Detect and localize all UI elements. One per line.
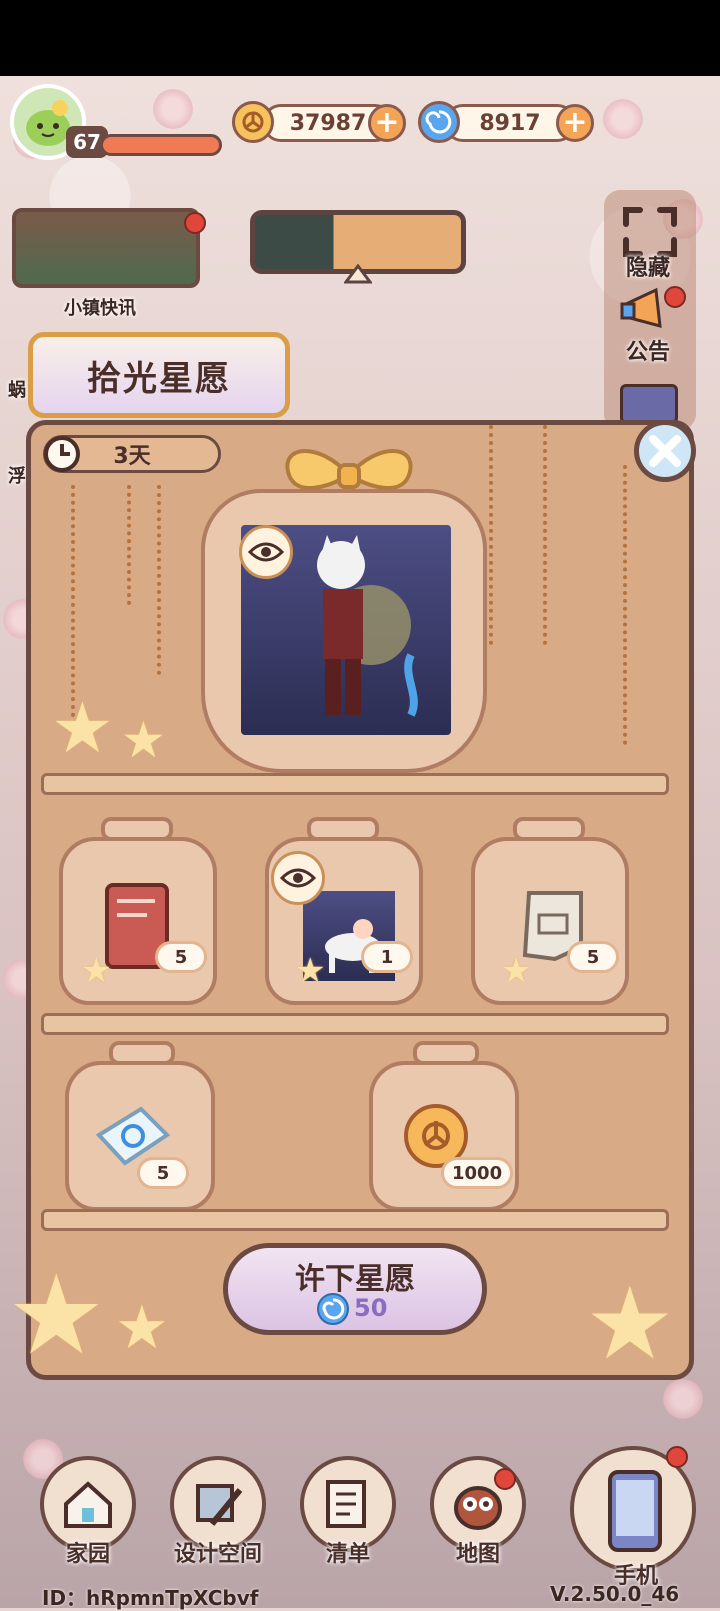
town-news-label: 小镇快讯: [64, 298, 136, 319]
star-decoration: ★: [7, 1251, 106, 1379]
event-title-banner: 拾光星愿: [28, 332, 290, 418]
blossom-decoration: [150, 86, 196, 132]
nav-checklist-label: 清单: [325, 1542, 370, 1567]
flower-coin-icon: [232, 101, 274, 143]
event-title: 拾光星愿: [87, 358, 231, 399]
time-marker-icon: [344, 264, 372, 284]
eye-icon: [248, 542, 284, 562]
wish-cost: 50: [354, 1294, 388, 1322]
shelf: [41, 773, 669, 795]
reward-count: 5: [137, 1157, 189, 1189]
design-tools-icon: [196, 1484, 243, 1526]
preview-button[interactable]: [271, 851, 325, 905]
blossom-decoration: [600, 96, 646, 142]
event-panel: 3天 ★ ★ 5 1 5 ★ ★ ★ 5 1000 许下星愿 50 ★ ★ ★: [7, 420, 694, 1382]
phone-icon: [608, 1470, 662, 1552]
nav-map-label: 地图: [455, 1542, 500, 1567]
close-button[interactable]: [634, 420, 696, 482]
preview-button[interactable]: [239, 525, 293, 579]
reward-count: 1: [361, 941, 413, 973]
notification-dot: [184, 212, 206, 234]
swirl-gem-icon: [418, 101, 460, 143]
bead-chain: [157, 485, 161, 675]
notification-dot: [494, 1468, 516, 1490]
star-decoration: ★: [121, 711, 166, 769]
add-gems-button[interactable]: +: [556, 104, 594, 142]
star-decoration: ★: [295, 951, 326, 991]
star-decoration: ★: [115, 1293, 169, 1363]
checklist-icon: [326, 1480, 366, 1528]
clock-icon: [44, 436, 80, 472]
close-icon: [649, 435, 681, 467]
experience-bar: [100, 134, 222, 156]
nav-design-space-label: 设计空间: [173, 1542, 262, 1567]
reward-jar[interactable]: 5: [471, 837, 629, 1005]
reward-jar[interactable]: 1000: [369, 1061, 519, 1211]
star-decoration: ★: [51, 687, 114, 769]
coin-value: 37987: [289, 110, 367, 136]
bead-chain: [489, 425, 493, 645]
reward-jar[interactable]: 1: [265, 837, 423, 1005]
ribbon-bow-icon: [285, 449, 413, 490]
reward-count: 5: [567, 941, 619, 973]
star-decoration: ★: [81, 951, 112, 991]
blossom-decoration: [660, 1376, 706, 1422]
make-wish-button[interactable]: 许下星愿 50: [223, 1243, 487, 1335]
notice-label: 公告: [626, 340, 671, 365]
make-wish-label: 许下星愿: [295, 1262, 415, 1297]
reward-count: 1000: [441, 1157, 514, 1189]
reward-count: 5: [155, 941, 207, 973]
town-news-thumbnail[interactable]: [12, 208, 200, 288]
eye-icon: [280, 868, 316, 888]
add-coins-button[interactable]: +: [368, 104, 406, 142]
shelf: [41, 1013, 669, 1035]
left-menu-label: 蜗: [8, 380, 26, 401]
reward-jar[interactable]: 5: [65, 1061, 215, 1211]
home-icon: [64, 1481, 112, 1528]
shelf: [41, 1209, 669, 1231]
notification-dot: [666, 1446, 688, 1468]
bead-chain: [623, 465, 627, 745]
star-decoration: ★: [501, 951, 532, 991]
timer-value: 3天: [113, 444, 151, 469]
notification-dot: [664, 286, 686, 308]
swirl-gem-icon: [317, 1293, 349, 1325]
status-bar: [0, 0, 720, 76]
version-label: V.2.50.0_46: [550, 1582, 680, 1606]
player-id: ID：hRpmnTpXCbvf: [42, 1586, 259, 1610]
star-decoration: ★: [585, 1265, 675, 1382]
left-menu-label: 浮: [8, 466, 26, 487]
nav-home-label: 家园: [65, 1542, 110, 1567]
hide-ui-label: 隐藏: [626, 256, 671, 281]
gem-value: 8917: [479, 110, 541, 136]
mail-icon[interactable]: [620, 384, 678, 424]
bead-chain: [127, 485, 131, 605]
bead-chain: [543, 425, 547, 645]
